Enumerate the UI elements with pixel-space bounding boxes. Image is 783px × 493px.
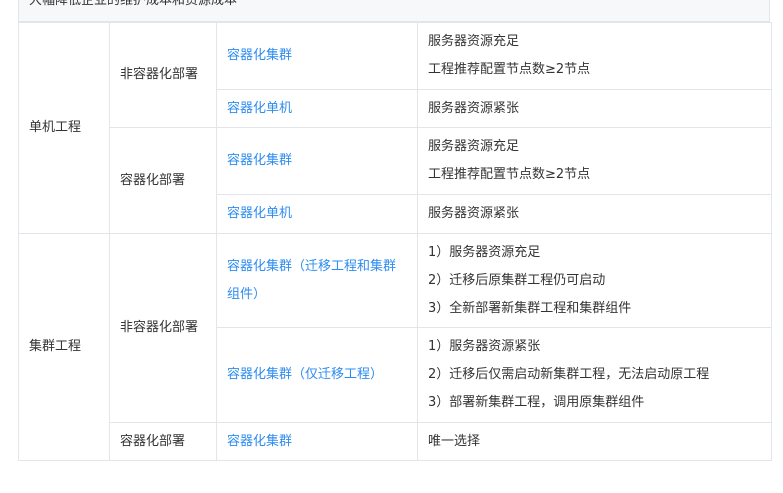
condition-cell: 1）服务器资源充足 2）迁移后原集群工程仍可启动 3）全新部署新集群工程和集群组… bbox=[417, 233, 772, 328]
condition-cell: 唯一选择 bbox=[417, 422, 772, 461]
table-row: 容器化部署 容器化集群 服务器资源充足 工程推荐配置节点数≥2节点 bbox=[19, 127, 772, 234]
target-cell: 容器化集群 bbox=[216, 127, 418, 195]
intro-text: 大幅降低企业的维护成本和资源成本 bbox=[29, 0, 238, 8]
migration-table: 单机工程 非容器化部署 容器化集群 服务器资源充足 工程推荐配置节点数≥2节点 … bbox=[18, 22, 772, 461]
target-link[interactable]: 容器化集群（迁移工程和集群组件） bbox=[227, 259, 396, 302]
intro-note: 大幅降低企业的维护成本和资源成本 bbox=[18, 0, 770, 22]
condition-line: 3）部署新集群工程，调用原集群组件 bbox=[428, 395, 645, 410]
table-row: 单机工程 非容器化部署 容器化集群 服务器资源充足 工程推荐配置节点数≥2节点 bbox=[18, 22, 772, 234]
condition-line: 服务器资源紧张 bbox=[428, 206, 520, 221]
target-link[interactable]: 容器化集群 bbox=[227, 434, 292, 449]
condition-line: 唯一选择 bbox=[428, 433, 481, 449]
condition-line: 2）迁移后原集群工程仍可启动 bbox=[428, 272, 606, 288]
condition-cell: 服务器资源紧张 bbox=[417, 194, 772, 234]
project-type-cell: 集群工程 bbox=[18, 233, 110, 461]
target-cell: 容器化集群 bbox=[216, 22, 418, 90]
target-link[interactable]: 容器化单机 bbox=[227, 101, 292, 116]
condition-cell: 服务器资源紧张 bbox=[417, 89, 772, 128]
condition-cell: 服务器资源充足 工程推荐配置节点数≥2节点 bbox=[417, 127, 772, 195]
condition-line: 工程推荐配置节点数≥2节点 bbox=[428, 167, 591, 182]
condition-line: 工程推荐配置节点数≥2节点 bbox=[428, 62, 591, 77]
table-row: 容器化部署 容器化集群 唯一选择 bbox=[19, 422, 772, 461]
condition-line: 服务器资源充足 bbox=[428, 34, 520, 49]
deploy-mode-cell: 容器化部署 bbox=[109, 127, 217, 234]
condition-cell: 服务器资源充足 工程推荐配置节点数≥2节点 bbox=[417, 22, 772, 90]
condition-line: 1）服务器资源充足 bbox=[428, 244, 541, 260]
deploy-mode-label: 非容器化部署 bbox=[120, 67, 199, 82]
condition-line: 1）服务器资源紧张 bbox=[428, 339, 541, 354]
target-link[interactable]: 容器化集群 bbox=[227, 153, 292, 168]
target-cell: 容器化单机 bbox=[216, 89, 418, 128]
deploy-mode-cell: 非容器化部署 bbox=[109, 233, 217, 423]
condition-cell: 1）服务器资源紧张 2）迁移后仅需启动新集群工程，无法启动原工程 3）部署新集群… bbox=[417, 327, 772, 423]
deploy-mode-label: 容器化部署 bbox=[120, 433, 186, 449]
deploy-mode-label: 容器化部署 bbox=[120, 172, 186, 188]
project-type-label: 单机工程 bbox=[29, 120, 82, 135]
target-cell: 容器化单机 bbox=[216, 194, 418, 234]
deploy-mode-label: 非容器化部署 bbox=[120, 320, 199, 335]
document: 大幅降低企业的维护成本和资源成本 单机工程 非容器化部署 容器化集群 服务器资源… bbox=[0, 0, 783, 493]
target-cell: 容器化集群（迁移工程和集群组件） bbox=[216, 233, 418, 328]
condition-line: 3）全新部署新集群工程和集群组件 bbox=[428, 300, 632, 316]
target-cell: 容器化集群（仅迁移工程） bbox=[216, 327, 418, 423]
deploy-mode-cell: 容器化部署 bbox=[109, 422, 217, 461]
target-cell: 容器化集群 bbox=[216, 422, 418, 461]
deploy-mode-cell: 非容器化部署 bbox=[109, 22, 217, 128]
table-row: 集群工程 非容器化部署 容器化集群（迁移工程和集群组件） 1）服务器资源充足 2… bbox=[18, 233, 772, 461]
target-link[interactable]: 容器化集群 bbox=[227, 48, 292, 63]
target-link[interactable]: 容器化单机 bbox=[227, 206, 292, 221]
project-type-cell: 单机工程 bbox=[18, 22, 110, 234]
condition-line: 服务器资源充足 bbox=[428, 139, 520, 154]
project-type-label: 集群工程 bbox=[29, 339, 82, 354]
condition-line: 2）迁移后仅需启动新集群工程，无法启动原工程 bbox=[428, 367, 710, 382]
target-link[interactable]: 容器化集群（仅迁移工程） bbox=[227, 367, 383, 382]
condition-line: 服务器资源紧张 bbox=[428, 100, 520, 116]
